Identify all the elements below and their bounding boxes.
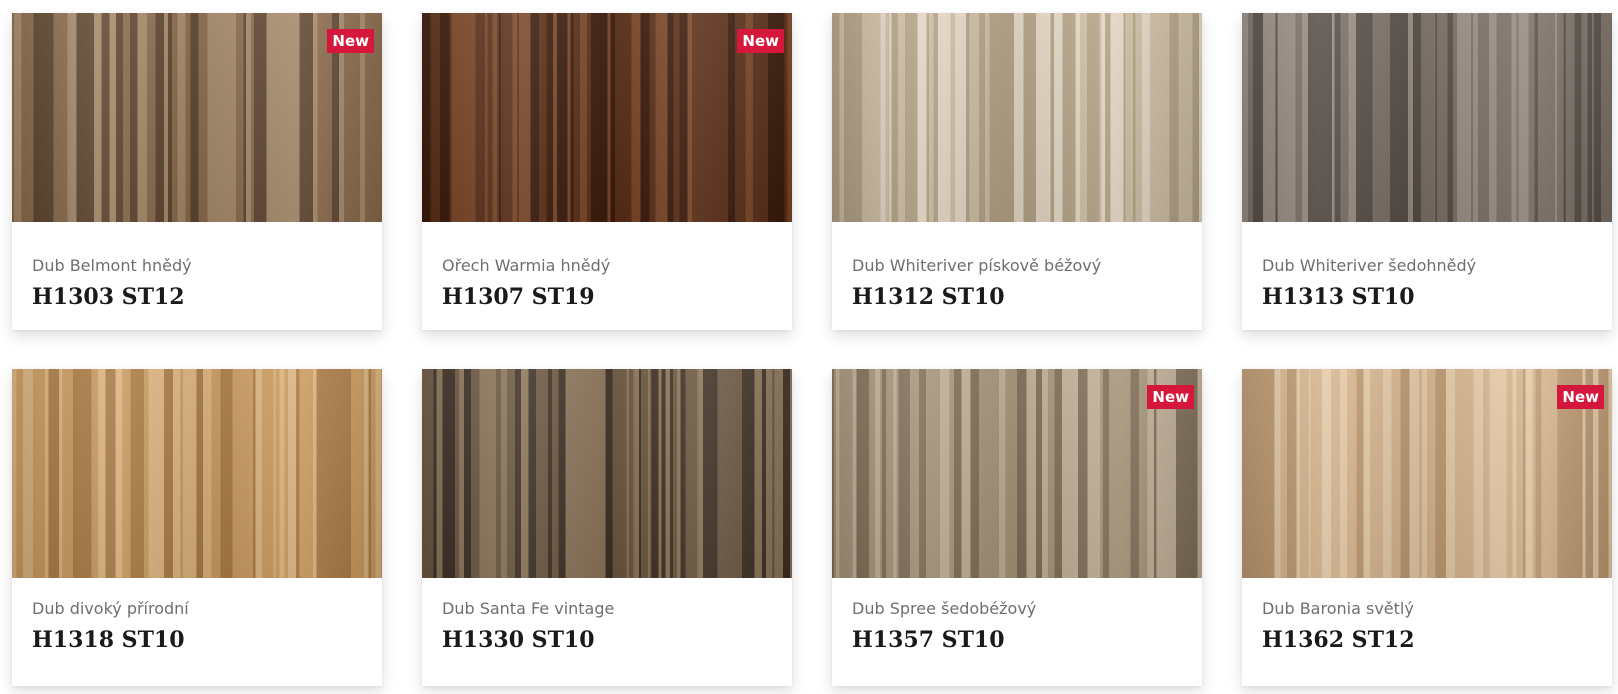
product-code[interactable]: H1307 ST19 bbox=[442, 284, 595, 310]
product-name: Dub Santa Fe vintage bbox=[442, 599, 615, 618]
product-card[interactable]: New Dub Baronia světlý H1362 ST12 bbox=[1242, 369, 1612, 686]
product-card[interactable]: New Ořech Warmia hnědý H1307 ST19 bbox=[422, 13, 792, 330]
product-name: Dub divoký přírodní bbox=[32, 599, 189, 618]
product-name: Ořech Warmia hnědý bbox=[442, 256, 611, 275]
new-badge: New bbox=[1147, 385, 1194, 409]
new-badge: New bbox=[327, 29, 374, 53]
product-code[interactable]: H1318 ST10 bbox=[32, 627, 185, 653]
product-code[interactable]: H1312 ST10 bbox=[852, 284, 1005, 310]
product-name: Dub Belmont hnědý bbox=[32, 256, 192, 275]
new-badge: New bbox=[1557, 385, 1604, 409]
product-name: Dub Whiteriver šedohnědý bbox=[1262, 256, 1477, 275]
product-code[interactable]: H1362 ST12 bbox=[1262, 627, 1415, 653]
product-code[interactable]: H1313 ST10 bbox=[1262, 284, 1415, 310]
decor-grid: New Dub Belmont hnědý H1303 ST12 New Oře… bbox=[0, 0, 1618, 694]
product-name: Dub Whiteriver pískově béžový bbox=[852, 256, 1102, 275]
new-badge: New bbox=[737, 29, 784, 53]
product-card[interactable]: Dub Whiteriver šedohnědý H1313 ST10 bbox=[1242, 13, 1612, 330]
product-code[interactable]: H1357 ST10 bbox=[852, 627, 1005, 653]
product-card[interactable]: New Dub Spree šedobéžový H1357 ST10 bbox=[832, 369, 1202, 686]
wood-swatch-image[interactable] bbox=[12, 369, 382, 578]
product-card[interactable]: Dub Whiteriver pískově béžový H1312 ST10 bbox=[832, 13, 1202, 330]
product-card[interactable]: Dub Santa Fe vintage H1330 ST10 bbox=[422, 369, 792, 686]
wood-swatch-image[interactable] bbox=[422, 369, 792, 578]
product-code[interactable]: H1303 ST12 bbox=[32, 284, 185, 310]
product-code[interactable]: H1330 ST10 bbox=[442, 627, 595, 653]
product-name: Dub Spree šedobéžový bbox=[852, 599, 1037, 618]
wood-swatch-image[interactable] bbox=[832, 13, 1202, 222]
wood-swatch-image[interactable] bbox=[1242, 13, 1612, 222]
product-card[interactable]: Dub divoký přírodní H1318 ST10 bbox=[12, 369, 382, 686]
product-name: Dub Baronia světlý bbox=[1262, 599, 1414, 618]
product-card[interactable]: New Dub Belmont hnědý H1303 ST12 bbox=[12, 13, 382, 330]
